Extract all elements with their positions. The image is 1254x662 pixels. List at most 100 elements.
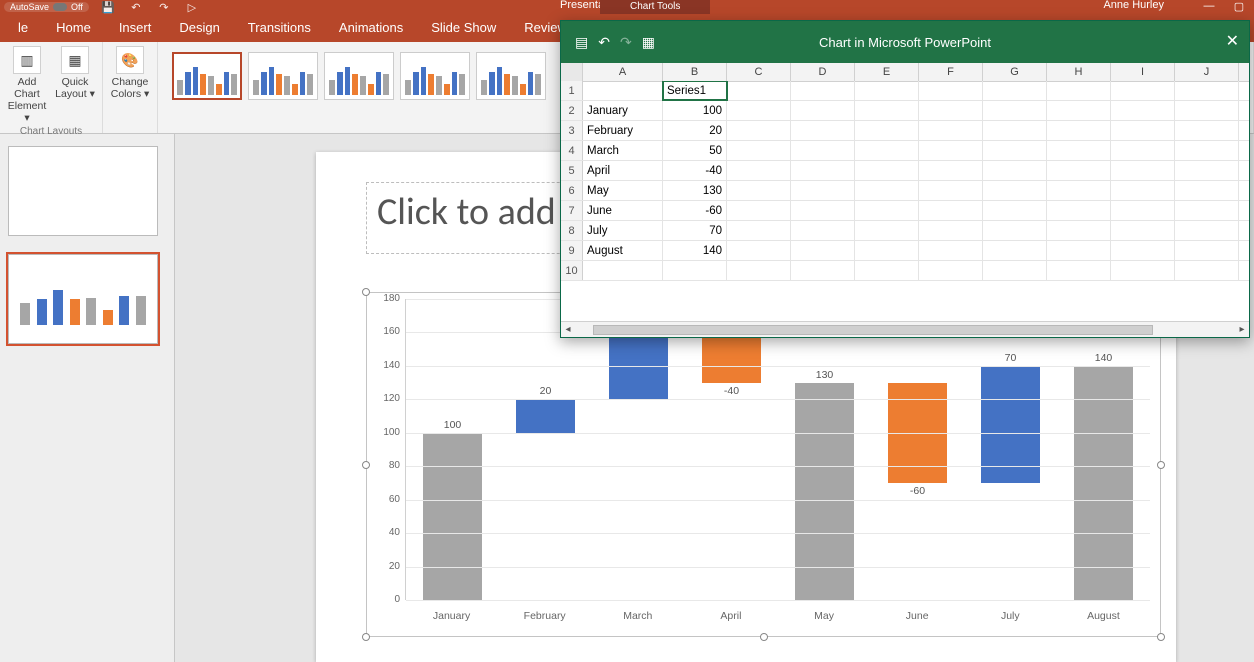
cell-B6[interactable]: 130 (663, 181, 727, 200)
select-all-cell[interactable] (561, 63, 583, 81)
cell-J2[interactable] (1175, 101, 1239, 120)
table-row[interactable]: 6May130 (561, 181, 1249, 201)
scroll-left-icon[interactable]: ◂ (561, 324, 575, 335)
cell-J1[interactable] (1175, 81, 1239, 100)
cell-J6[interactable] (1175, 181, 1239, 200)
tab-home[interactable]: Home (42, 14, 105, 42)
chart-object[interactable]: 1002050-40130-6070140 020406080100120140… (366, 292, 1161, 637)
cell-D5[interactable] (791, 161, 855, 180)
tab-transitions[interactable]: Transitions (234, 14, 325, 42)
excel-horizontal-scrollbar[interactable]: ◂ ▸ (561, 321, 1249, 337)
excel-save-icon[interactable]: ▤ (575, 34, 588, 51)
resize-handle-nw[interactable] (362, 288, 370, 296)
chart-style-5[interactable] (476, 52, 546, 100)
cell-D1[interactable] (791, 81, 855, 100)
tab-design[interactable]: Design (165, 14, 233, 42)
start-slideshow-icon[interactable]: ▷ (183, 1, 201, 13)
cell-F1[interactable] (919, 81, 983, 100)
row-header[interactable]: 1 (561, 81, 583, 100)
cell-A8[interactable]: July (583, 221, 663, 240)
column-header-I[interactable]: I (1111, 63, 1175, 81)
cell-J7[interactable] (1175, 201, 1239, 220)
user-name[interactable]: Anne Hurley (1103, 0, 1164, 11)
cell-A6[interactable]: May (583, 181, 663, 200)
cell-C5[interactable] (727, 161, 791, 180)
cell-E2[interactable] (855, 101, 919, 120)
row-header[interactable]: 7 (561, 201, 583, 220)
cell-I2[interactable] (1111, 101, 1175, 120)
cell-I9[interactable] (1111, 241, 1175, 260)
cell-I8[interactable] (1111, 221, 1175, 240)
row-header[interactable]: 2 (561, 101, 583, 120)
resize-handle-se[interactable] (1157, 633, 1165, 641)
cell-J9[interactable] (1175, 241, 1239, 260)
cell-C9[interactable] (727, 241, 791, 260)
cell-E6[interactable] (855, 181, 919, 200)
resize-handle-sw[interactable] (362, 633, 370, 641)
chart-data-editor-window[interactable]: ▤ ↶ ↷ ▦ Chart in Microsoft PowerPoint ✕ … (560, 20, 1250, 338)
excel-column-headers[interactable]: ABCDEFGHIJ (561, 63, 1249, 82)
chart-style-2[interactable] (248, 52, 318, 100)
cell-D3[interactable] (791, 121, 855, 140)
cell-I10[interactable] (1111, 261, 1175, 280)
cell-E3[interactable] (855, 121, 919, 140)
cell-H7[interactable] (1047, 201, 1111, 220)
tab-file[interactable]: le (4, 14, 42, 42)
cell-D2[interactable] (791, 101, 855, 120)
tab-insert[interactable]: Insert (105, 14, 166, 42)
resize-handle-w[interactable] (362, 461, 370, 469)
cell-C4[interactable] (727, 141, 791, 160)
cell-F5[interactable] (919, 161, 983, 180)
cell-I7[interactable] (1111, 201, 1175, 220)
column-header-A[interactable]: A (583, 63, 663, 81)
row-header[interactable]: 8 (561, 221, 583, 240)
cell-B8[interactable]: 70 (663, 221, 727, 240)
cell-B3[interactable]: 20 (663, 121, 727, 140)
column-header-B[interactable]: B (663, 63, 727, 81)
minimize-icon[interactable]: — (1194, 0, 1224, 13)
cell-G1[interactable] (983, 81, 1047, 100)
row-header[interactable]: 10 (561, 261, 583, 280)
cell-A10[interactable] (583, 261, 663, 280)
tab-slideshow[interactable]: Slide Show (417, 14, 510, 42)
column-header-C[interactable]: C (727, 63, 791, 81)
cell-G7[interactable] (983, 201, 1047, 220)
cell-B4[interactable]: 50 (663, 141, 727, 160)
cell-H9[interactable] (1047, 241, 1111, 260)
autosave-toggle[interactable]: AutoSave Off (4, 2, 89, 12)
cell-B9[interactable]: 140 (663, 241, 727, 260)
cell-F4[interactable] (919, 141, 983, 160)
chart-style-1[interactable] (172, 52, 242, 100)
cell-B5[interactable]: -40 (663, 161, 727, 180)
cell-I5[interactable] (1111, 161, 1175, 180)
cell-I6[interactable] (1111, 181, 1175, 200)
column-header-G[interactable]: G (983, 63, 1047, 81)
cell-H6[interactable] (1047, 181, 1111, 200)
cell-E8[interactable] (855, 221, 919, 240)
cell-C1[interactable] (727, 81, 791, 100)
table-row[interactable]: 5April-40 (561, 161, 1249, 181)
table-row[interactable]: 1Series1 (561, 81, 1249, 101)
cell-D4[interactable] (791, 141, 855, 160)
cell-E7[interactable] (855, 201, 919, 220)
bar-may[interactable]: 130 (778, 299, 871, 600)
cell-G5[interactable] (983, 161, 1047, 180)
cell-F8[interactable] (919, 221, 983, 240)
cell-A1[interactable] (583, 81, 663, 100)
close-icon[interactable]: ✕ (1226, 31, 1239, 51)
cell-F9[interactable] (919, 241, 983, 260)
table-row[interactable]: 3February20 (561, 121, 1249, 141)
bar-march[interactable]: 50 (592, 299, 685, 600)
chart-style-4[interactable] (400, 52, 470, 100)
cell-H2[interactable] (1047, 101, 1111, 120)
tab-animations[interactable]: Animations (325, 14, 417, 42)
resize-handle-e[interactable] (1157, 461, 1165, 469)
excel-undo-icon[interactable]: ↶ (598, 34, 610, 51)
scroll-right-icon[interactable]: ▸ (1235, 324, 1249, 335)
cell-E9[interactable] (855, 241, 919, 260)
scrollbar-thumb[interactable] (593, 325, 1153, 335)
save-icon[interactable]: 💾 (99, 1, 117, 13)
chart-style-3[interactable] (324, 52, 394, 100)
table-row[interactable]: 7June-60 (561, 201, 1249, 221)
cell-D9[interactable] (791, 241, 855, 260)
